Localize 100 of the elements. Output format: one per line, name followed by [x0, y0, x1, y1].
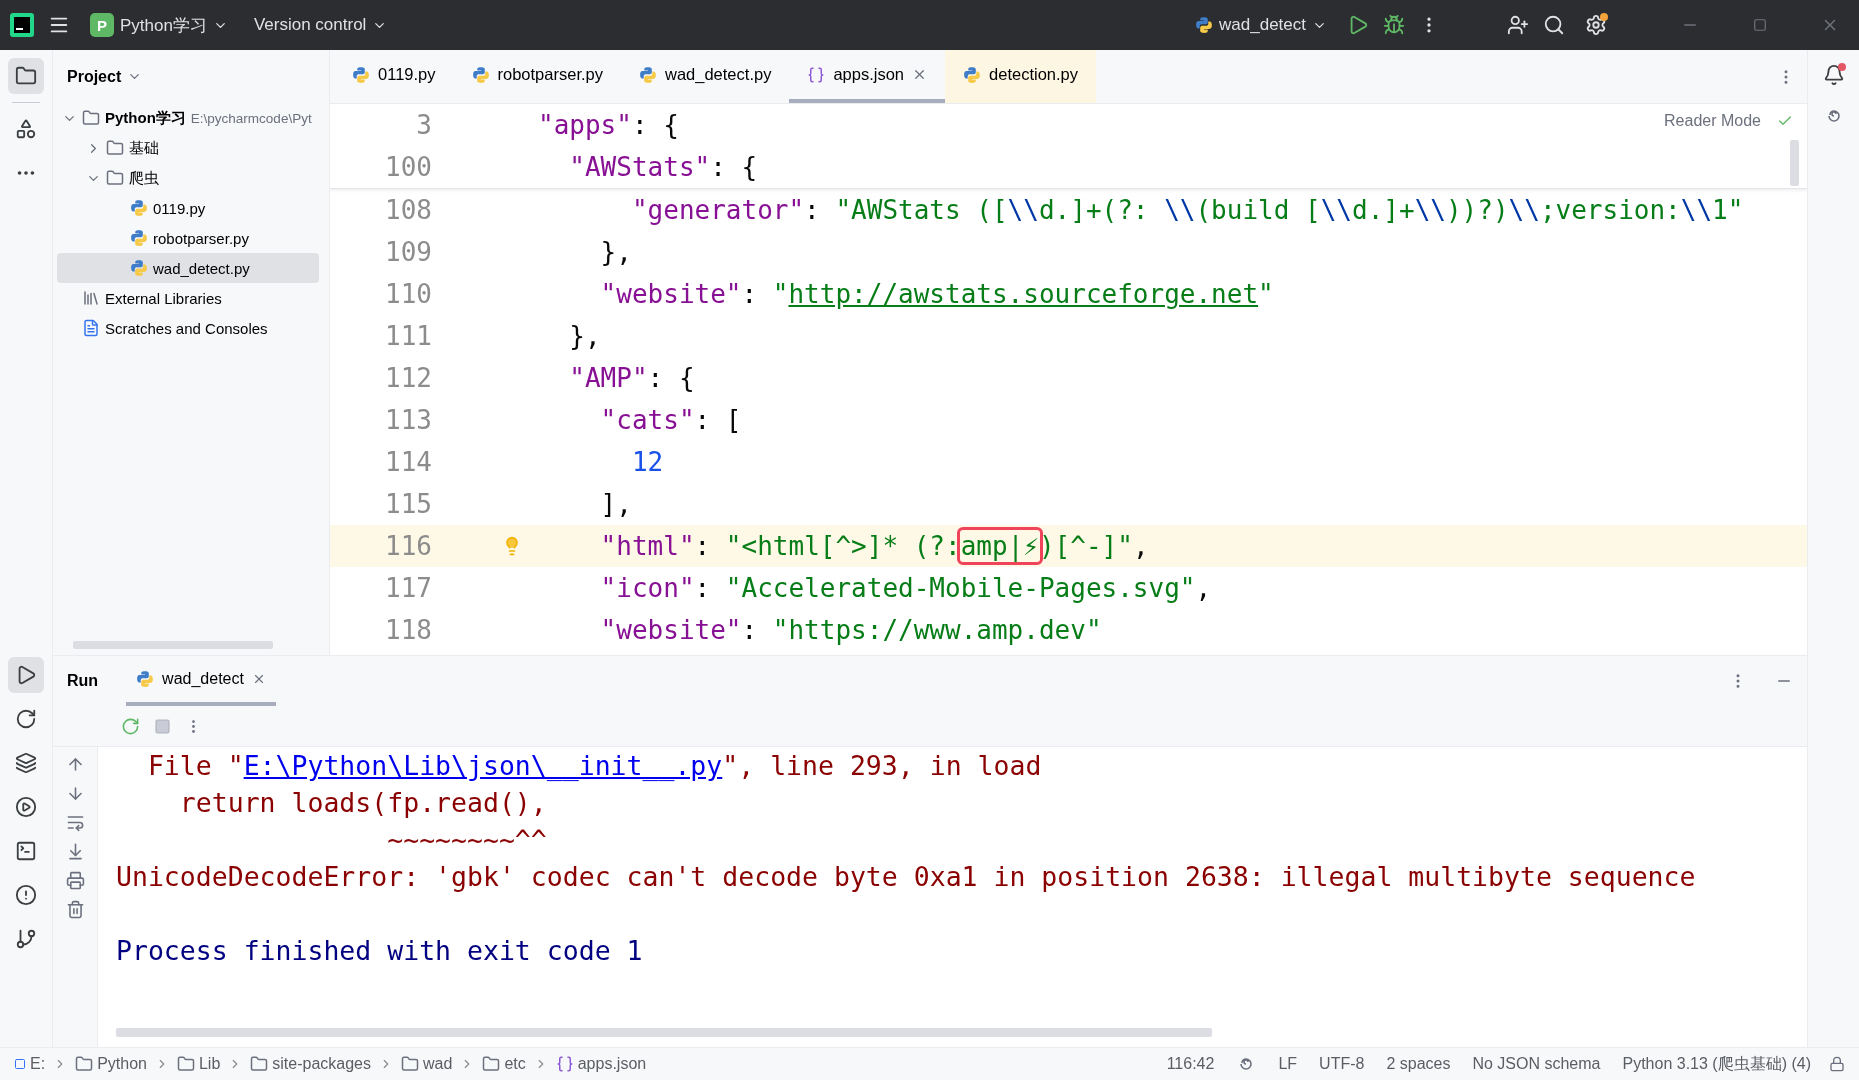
scrollbar[interactable] [116, 1028, 1212, 1037]
tree-item[interactable]: Scratches and Consoles [57, 313, 319, 343]
console-line: ~~~~~~~~^^ [386, 823, 548, 857]
breadcrumb-item[interactable]: etc [482, 1055, 526, 1073]
python-file-icon [130, 259, 148, 277]
code-line: "website": "https://www.amp.dev" [599, 614, 1103, 647]
file-link[interactable]: E:\Python\Lib\json\__init__.py [243, 750, 723, 781]
breadcrumb-item[interactable]: Lib [176, 1055, 221, 1073]
encoding[interactable]: UTF-8 [1319, 1055, 1365, 1073]
tree-item[interactable]: Python学习 E:\pycharmcode\Pyt [57, 103, 319, 133]
breadcrumb-item[interactable]: E: [14, 1055, 46, 1073]
code-line: "apps": { [537, 109, 680, 142]
scrollbar[interactable] [73, 641, 273, 649]
scratches-icon [82, 319, 100, 337]
tree-item[interactable]: wad_detect.py [57, 253, 319, 283]
editor-tab[interactable]: 0119.py [334, 50, 454, 103]
editor-tab[interactable]: robotparser.py [453, 50, 621, 103]
console-line: File "E:\Python\Lib\json\__init__.py", line 293, in load [146, 749, 1043, 783]
code-line: "html": "<html[^>]* (?:amp|⚡)[^-]", [532, 526, 1155, 566]
caret-position[interactable]: 116:42 [1166, 1055, 1215, 1073]
code-line: "cats": [ [599, 404, 743, 437]
python-file-icon [963, 65, 982, 84]
python-file-icon [130, 199, 148, 217]
search-icon[interactable] [1543, 14, 1565, 36]
line-ending[interactable]: LF [1278, 1055, 1298, 1073]
folder-icon [75, 1055, 94, 1073]
line-number: 114 [384, 447, 432, 477]
lock-icon[interactable] [1829, 1056, 1845, 1072]
version-control-menu[interactable]: Version control [247, 11, 394, 39]
project-tool-icon[interactable] [8, 58, 44, 94]
tree-item-label: External Libraries [105, 289, 222, 307]
json-file-icon [555, 1055, 574, 1073]
tree-item-label: 0119.py [153, 199, 206, 217]
tree-item[interactable]: 基础 [57, 133, 319, 163]
folder-icon [106, 139, 124, 157]
folder-icon [106, 169, 124, 187]
maximize-icon[interactable] [1753, 18, 1767, 32]
project-path: E:\pycharmcode\Pyt [190, 110, 312, 126]
line-number: 117 [384, 573, 432, 603]
console-line: UnicodeDecodeError: 'gbk' codec can't decode byte 0xa1 in position 2638: illegal multibyte sequence [116, 860, 1697, 894]
print-icon[interactable] [65, 871, 85, 890]
line-number: 100 [384, 152, 432, 182]
reader-mode-link[interactable]: Reader Mode [1664, 112, 1761, 130]
scrollbar[interactable] [1790, 140, 1799, 186]
line-number: 108 [384, 195, 432, 225]
python-file-icon [471, 65, 490, 84]
add-user-icon[interactable] [1507, 14, 1529, 36]
code-line: }, [599, 236, 633, 269]
code-line: }, [568, 320, 602, 353]
tree-item-label: 基础 [129, 138, 159, 158]
code-line: "AWStats": { [568, 151, 759, 184]
console-line: Process finished with exit code 1 [116, 934, 644, 968]
line-number: 113 [384, 405, 432, 435]
tree-item[interactable]: External Libraries [57, 283, 319, 313]
breadcrumb-item[interactable]: apps.json [555, 1055, 647, 1073]
folder-icon [82, 109, 100, 127]
panel-title[interactable]: Run [67, 672, 99, 690]
tree-item-label: 爬虫 [129, 168, 159, 188]
trash-icon[interactable] [65, 900, 85, 919]
soft-wrap-icon[interactable] [65, 813, 85, 832]
editor-tab[interactable]: detection.py [945, 50, 1096, 103]
tree-item-label: Python学习 [105, 108, 186, 128]
python-file-icon [639, 65, 657, 84]
folder-icon [176, 1055, 195, 1073]
folder-icon [401, 1055, 419, 1073]
code-line: "icon": "Accelerated-Mobile-Pages.svg", [599, 572, 1213, 605]
code-line: "generator": "AWStats ([\\d.]+(?: \\(build [\\d.]+\\))?)\\;version:\\1" [630, 194, 1745, 227]
bug-icon[interactable] [1383, 14, 1405, 36]
python-file-icon [130, 229, 148, 247]
breadcrumb-item[interactable]: Python [75, 1055, 147, 1073]
editor-tab[interactable]: wad_detect.py [621, 50, 790, 103]
indent-setting[interactable]: 2 spaces [1386, 1055, 1451, 1073]
breadcrumb-item[interactable]: wad [401, 1055, 453, 1073]
project-selector[interactable]: P Python学习 [84, 9, 234, 41]
tree-item-label: wad_detect.py [153, 259, 250, 277]
code-line: 12 [630, 446, 665, 479]
folder-icon [250, 1055, 269, 1073]
line-number: 110 [384, 279, 432, 309]
run-configuration[interactable]: wad_detect [1189, 11, 1333, 39]
console-line: return loads(fp.read(), [178, 786, 548, 820]
json-file-icon [807, 65, 826, 84]
json-schema[interactable]: No JSON schema [1472, 1055, 1601, 1073]
panel-title[interactable]: Project [67, 67, 122, 86]
code-line: "AMP": { [568, 362, 696, 395]
python-file-icon [352, 65, 370, 84]
code-line: "website": "http://awstats.sourceforge.net" [599, 278, 1275, 311]
tree-item[interactable]: 爬虫 [57, 163, 319, 193]
breadcrumb-item[interactable]: site-packages [250, 1055, 371, 1073]
app-logo-icon[interactable] [10, 13, 34, 37]
tree-item[interactable]: robotparser.py [57, 223, 319, 253]
run-tool-icon[interactable] [8, 657, 44, 693]
line-number: 112 [384, 363, 432, 393]
tree-item[interactable]: 0119.py [57, 193, 319, 223]
line-number: 115 [384, 489, 432, 519]
folder-icon [482, 1055, 501, 1073]
line-number: 109 [384, 237, 432, 267]
run-tab[interactable]: wad_detect [126, 656, 276, 706]
line-number: 3 [415, 110, 432, 140]
interpreter[interactable]: Python 3.13 (爬虫基础) (4) [1622, 1053, 1811, 1075]
python-icon [1195, 16, 1214, 34]
